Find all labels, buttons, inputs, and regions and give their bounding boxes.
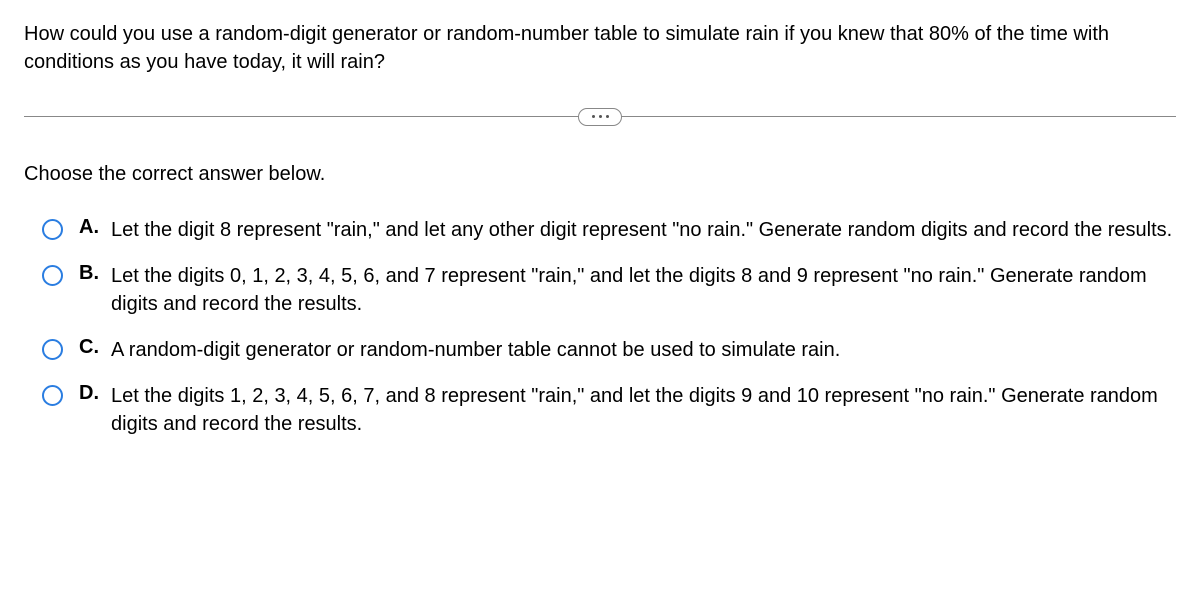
instruction-text: Choose the correct answer below. xyxy=(24,163,1176,186)
dot-icon xyxy=(599,115,602,118)
option-b: B. Let the digits 0, 1, 2, 3, 4, 5, 6, a… xyxy=(42,262,1176,318)
radio-b[interactable] xyxy=(42,265,63,286)
option-letter: C. xyxy=(79,336,105,359)
option-text: Let the digit 8 represent "rain," and le… xyxy=(111,216,1176,244)
dot-icon xyxy=(606,115,609,118)
option-letter: B. xyxy=(79,262,105,285)
option-letter: D. xyxy=(79,382,105,405)
option-d: D. Let the digits 1, 2, 3, 4, 5, 6, 7, a… xyxy=(42,382,1176,438)
section-divider xyxy=(24,116,1176,117)
options-list: A. Let the digit 8 represent "rain," and… xyxy=(24,216,1176,438)
option-a: A. Let the digit 8 represent "rain," and… xyxy=(42,216,1176,244)
option-text: Let the digits 1, 2, 3, 4, 5, 6, 7, and … xyxy=(111,382,1176,438)
option-letter: A. xyxy=(79,216,105,239)
question-text: How could you use a random-digit generat… xyxy=(24,20,1176,76)
option-text: A random-digit generator or random-numbe… xyxy=(111,336,1176,364)
radio-a[interactable] xyxy=(42,219,63,240)
radio-c[interactable] xyxy=(42,339,63,360)
option-text: Let the digits 0, 1, 2, 3, 4, 5, 6, and … xyxy=(111,262,1176,318)
option-c: C. A random-digit generator or random-nu… xyxy=(42,336,1176,364)
radio-d[interactable] xyxy=(42,385,63,406)
dot-icon xyxy=(592,115,595,118)
more-options-pill[interactable] xyxy=(578,108,622,126)
